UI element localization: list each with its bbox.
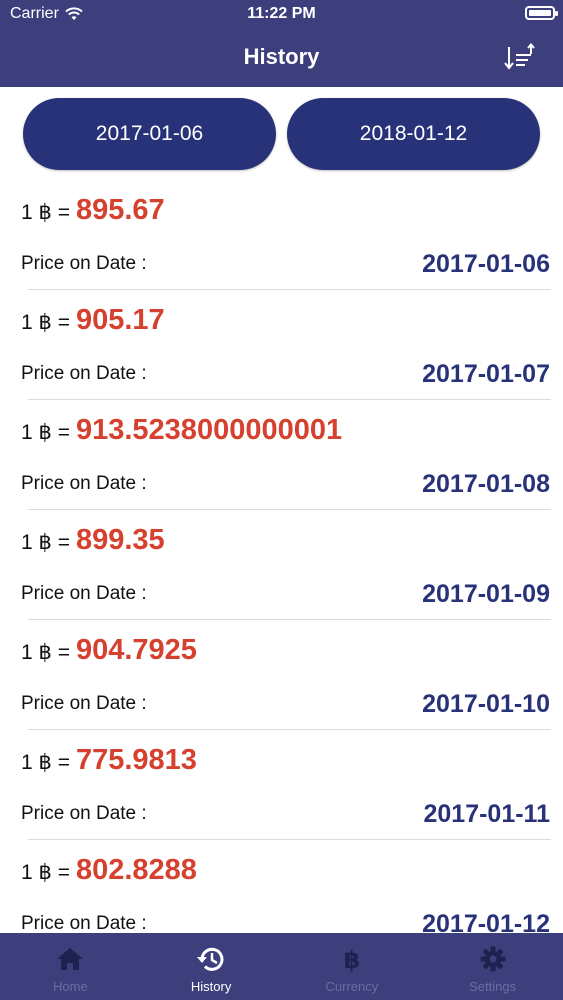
rate-value: 913.5238000000001 <box>75 414 343 446</box>
clock: 11:22 PM <box>247 5 316 22</box>
rate-value: 904.7925 <box>75 634 197 666</box>
rate-prefix: 1 ฿ = <box>21 751 70 774</box>
history-icon <box>197 947 224 971</box>
history-list[interactable]: 1 ฿ = 895.67 Price on Date : 2017-01-06 1… <box>0 180 563 933</box>
battery-icon <box>525 6 558 20</box>
tab-label: Settings <box>469 979 517 994</box>
row-date: 2017-01-12 <box>422 910 550 933</box>
header: Carrier 11:22 PM History <box>0 0 563 87</box>
rate-prefix: 1 ฿ = <box>21 311 70 334</box>
rate-value: 895.67 <box>75 194 165 226</box>
tab-bar: Home History ฿ Currency Settings <box>0 933 563 1000</box>
tab-history[interactable]: History <box>141 933 282 1000</box>
price-on-date-label: Price on Date : <box>21 473 147 494</box>
row-date: 2017-01-08 <box>422 470 550 498</box>
page-title: History <box>243 44 320 69</box>
rate-prefix: 1 ฿ = <box>21 201 70 224</box>
tab-label: Home <box>53 979 88 994</box>
rate-prefix: 1 ฿ = <box>21 861 70 884</box>
history-row: 1 ฿ = 899.35 Price on Date : 2017-01-09 <box>0 510 563 620</box>
price-on-date-label: Price on Date : <box>21 363 147 384</box>
history-row: 1 ฿ = 895.67 Price on Date : 2017-01-06 <box>0 180 563 290</box>
end-date-button[interactable]: 2018-01-12 <box>287 98 540 170</box>
row-date: 2017-01-10 <box>422 690 550 718</box>
price-on-date-label: Price on Date : <box>21 583 147 604</box>
row-date: 2017-01-09 <box>422 580 550 608</box>
status-bar: Carrier 11:22 PM <box>0 0 563 30</box>
price-on-date-label: Price on Date : <box>21 913 147 933</box>
row-date: 2017-01-11 <box>423 800 550 828</box>
end-date-label: 2018-01-12 <box>359 122 468 145</box>
gear-icon <box>480 946 506 972</box>
price-on-date-label: Price on Date : <box>21 693 147 714</box>
svg-text:฿: ฿ <box>344 946 361 973</box>
bitcoin-icon: ฿ <box>344 946 361 973</box>
sort-button[interactable] <box>503 42 537 73</box>
rate-value: 905.17 <box>75 304 165 336</box>
history-row: 1 ฿ = 905.17 Price on Date : 2017-01-07 <box>0 290 563 400</box>
price-on-date-label: Price on Date : <box>21 253 147 274</box>
history-row: 1 ฿ = 775.9813 Price on Date : 2017-01-11 <box>0 730 563 840</box>
rate-value: 775.9813 <box>75 744 197 776</box>
tab-label: History <box>190 979 232 994</box>
rate-value: 802.8288 <box>75 854 197 886</box>
sort-icon <box>504 42 535 70</box>
tab-settings[interactable]: Settings <box>422 933 563 1000</box>
tab-label: Currency <box>325 979 379 994</box>
rate-value: 899.35 <box>75 524 165 556</box>
history-row: 1 ฿ = 802.8288 Price on Date : 2017-01-12 <box>0 840 563 933</box>
price-on-date-label: Price on Date : <box>21 803 147 824</box>
rate-prefix: 1 ฿ = <box>21 421 70 444</box>
start-date-label: 2017-01-06 <box>95 122 204 145</box>
row-date: 2017-01-07 <box>422 360 550 388</box>
tab-currency[interactable]: ฿ Currency <box>282 933 423 1000</box>
home-icon <box>57 948 84 970</box>
rate-prefix: 1 ฿ = <box>21 531 70 554</box>
start-date-button[interactable]: 2017-01-06 <box>23 98 276 170</box>
history-row: 1 ฿ = 913.5238000000001 Price on Date : 2… <box>0 400 563 510</box>
row-date: 2017-01-06 <box>422 250 550 278</box>
rate-prefix: 1 ฿ = <box>21 641 70 664</box>
tab-home[interactable]: Home <box>0 933 141 1000</box>
history-row: 1 ฿ = 904.7925 Price on Date : 2017-01-10 <box>0 620 563 730</box>
